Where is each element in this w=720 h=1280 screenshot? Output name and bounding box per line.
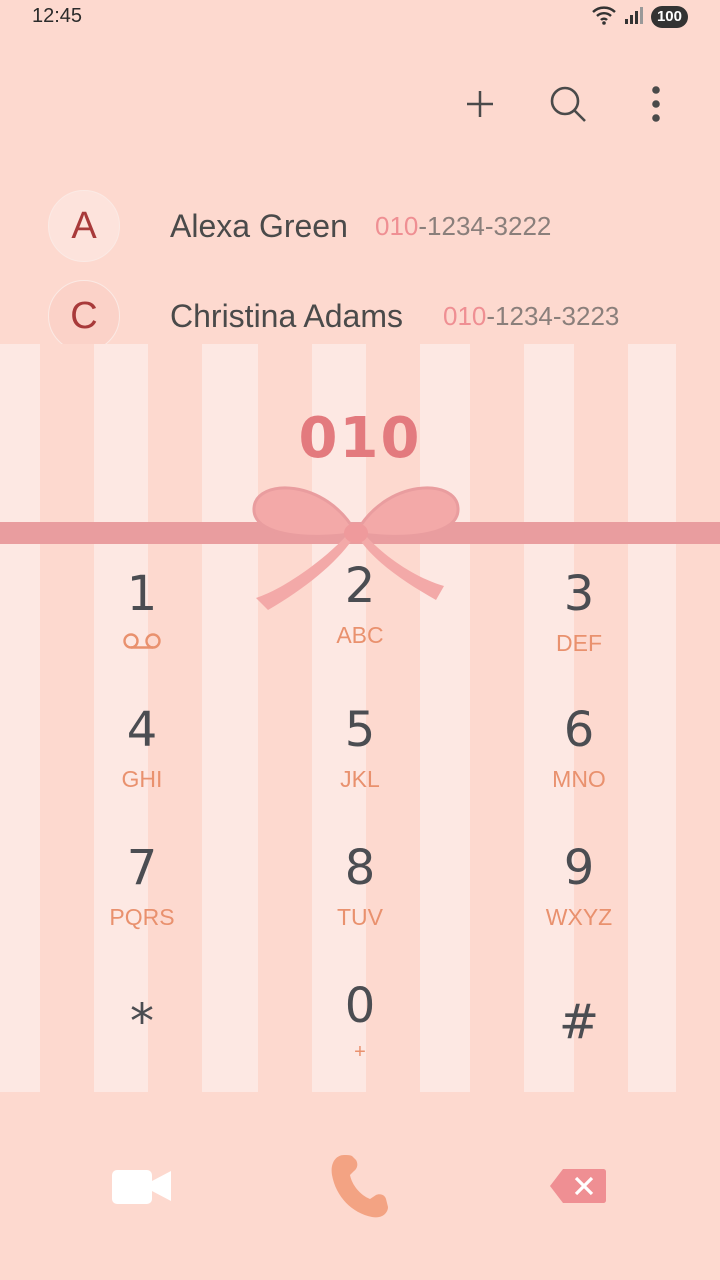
key-letters: GHI [121,766,163,792]
delete-button[interactable] [528,1148,628,1228]
status-bar: 12:45 100 [0,0,720,34]
key-letters: ABC [336,622,384,648]
key-digit: 4 [126,702,158,758]
dial-key-5[interactable]: 5 JKL [260,698,460,818]
key-letters: + [354,1041,366,1063]
battery-indicator: 100 [650,6,688,28]
dial-key-8[interactable]: 8 TUV [260,836,460,956]
more-vertical-icon[interactable] [632,80,680,128]
key-digit: 0 [344,978,376,1034]
plus-icon[interactable] [456,80,504,128]
key-digit: 3 [563,566,595,622]
wifi-icon [591,4,617,31]
dial-key-hash[interactable]: # [479,990,679,1092]
key-digit: # [558,994,600,1050]
phone-match: 010 [375,210,419,241]
contact-row[interactable]: C Christina Adams 010-1234-3223 [48,280,619,352]
key-digit: 2 [344,558,376,614]
key-digit: 7 [126,840,158,896]
dial-key-7[interactable]: 7 PQRS [42,836,242,956]
key-letters: JKL [340,766,380,792]
phone-match: 010 [443,300,487,331]
backspace-icon [549,1168,607,1209]
key-letters: MNO [552,766,606,792]
dialed-number: 010 [298,406,422,471]
contact-phone: 010-1234-3222 [375,211,551,242]
signal-icon [623,4,645,31]
dial-key-4[interactable]: 4 GHI [42,698,242,818]
key-letters: DEF [556,630,602,656]
contact-row[interactable]: A Alexa Green 010-1234-3222 [48,190,551,262]
dial-key-0[interactable]: 0 + [260,974,460,1092]
dialer-actions [0,1148,720,1228]
call-button[interactable] [310,1148,410,1228]
key-digit: 6 [563,702,595,758]
contact-phone: 010-1234-3223 [443,301,619,332]
dial-key-2[interactable]: 2 ABC [260,554,460,674]
avatar: C [48,280,120,352]
key-digit: * [130,994,154,1050]
key-letters: WXYZ [545,904,613,930]
dial-key-6[interactable]: 6 MNO [479,698,679,818]
dial-key-9[interactable]: 9 WXYZ [479,836,679,956]
avatar: A [48,190,120,262]
toolbar [456,80,680,128]
key-digit: 9 [563,840,595,896]
dial-key-1[interactable]: 1 [42,562,242,682]
video-call-button[interactable] [92,1148,192,1228]
dial-key-star[interactable]: * [42,990,242,1092]
contact-name: Christina Adams [170,297,403,334]
key-letters: TUV [337,904,383,930]
phone-call-icon [330,1153,390,1224]
phone-rest: -1234-3223 [486,300,620,331]
video-call-icon [111,1166,173,1211]
key-digit: 1 [126,566,158,622]
key-digit: 5 [344,702,376,758]
dial-key-3[interactable]: 3 DEF [479,562,679,682]
key-digit: 8 [344,840,376,896]
search-icon[interactable] [544,80,592,128]
contact-name: Alexa Green [170,207,348,244]
phone-rest: -1234-3222 [418,210,552,241]
voicemail-icon [122,632,162,655]
status-icons: 100 [591,5,688,29]
status-time: 12:45 [32,5,83,27]
dialpad: 010 1 2 ABC 3 DEF 4 GHI 5 JKL 6 MNO 7 PQ… [0,344,720,1092]
key-letters: PQRS [109,904,175,930]
